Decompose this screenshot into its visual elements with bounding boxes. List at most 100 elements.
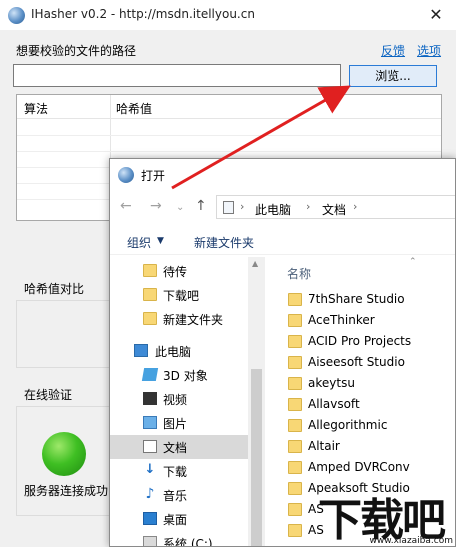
nav-item-label: 桌面 — [163, 513, 188, 527]
nav-item-3d-objects[interactable]: 3D 对象 — [110, 363, 248, 387]
sort-ascending-icon: ⌃ — [409, 257, 417, 267]
column-algorithm[interactable]: 算法 — [24, 100, 48, 117]
breadcrumb-this-pc[interactable]: 此电脑 — [255, 201, 291, 218]
breadcrumb-documents[interactable]: 文档 — [322, 201, 346, 218]
dialog-title-bar: 打开 — [110, 159, 455, 191]
scrollbar-thumb[interactable] — [251, 369, 262, 546]
list-item[interactable]: akeytsu — [268, 373, 455, 394]
navigation-scrollbar[interactable]: ▲ — [248, 257, 265, 546]
file-name: ACID Pro Projects — [308, 334, 412, 348]
watermark-url: www.xiazaiba.com — [369, 536, 453, 546]
folder-icon — [288, 356, 302, 369]
nav-item-label: 音乐 — [163, 489, 188, 503]
nav-item-pictures[interactable]: 图片 — [110, 411, 248, 435]
folder-icon — [288, 461, 302, 474]
file-path-input[interactable] — [13, 64, 341, 87]
browse-button[interactable]: 浏览... — [349, 65, 437, 87]
list-item[interactable]: Allavsoft — [268, 394, 455, 415]
nav-item-xiazaiba[interactable]: 下载吧 — [110, 283, 248, 307]
options-link[interactable]: 选项 — [417, 42, 441, 59]
nav-item-label: 新建文件夹 — [163, 313, 224, 327]
folder-icon — [288, 524, 302, 537]
folder-icon — [143, 312, 157, 325]
nav-item-label: 下载 — [163, 465, 188, 479]
nav-item-pending[interactable]: 待传 — [110, 259, 248, 283]
nav-item-documents[interactable]: 文档 — [110, 435, 248, 459]
navigation-pane: 待传 下载吧 新建文件夹 此电脑 3D 对象 视频 图片 文档 ↓ 下载 ♪ 音… — [110, 257, 265, 547]
scroll-up-icon[interactable]: ▲ — [252, 259, 258, 268]
recent-locations-chevron-icon[interactable]: ⌄ — [176, 202, 184, 213]
file-name: akeytsu — [308, 376, 355, 390]
column-name[interactable]: 名称 — [287, 265, 311, 282]
file-name: AceThinker — [308, 313, 375, 327]
documents-icon — [143, 440, 157, 453]
new-folder-button[interactable]: 新建文件夹 — [194, 234, 254, 251]
path-label: 想要校验的文件的路径 — [16, 44, 137, 58]
download-icon: ↓ — [144, 462, 156, 477]
video-icon — [143, 392, 157, 405]
list-item[interactable]: Allegorithmic — [268, 415, 455, 436]
breadcrumb-chevron-icon[interactable]: › — [240, 200, 244, 213]
nav-item-desktop[interactable]: 桌面 — [110, 507, 248, 531]
list-item[interactable]: Aiseesoft Studio — [268, 352, 455, 373]
up-arrow-icon[interactable]: ↑ — [195, 198, 207, 214]
nav-item-label: 待传 — [163, 265, 188, 279]
organize-dropdown-icon[interactable]: ▼ — [157, 236, 164, 246]
nav-item-label: 此电脑 — [155, 345, 192, 359]
close-button[interactable]: ✕ — [426, 5, 446, 25]
drive-icon — [143, 536, 157, 546]
nav-item-label: 文档 — [163, 441, 188, 455]
computer-icon — [134, 344, 148, 357]
window-title: IHasher v0.2 - http://msdn.itellyou.cn — [31, 7, 255, 21]
nav-item-label: 下载吧 — [163, 289, 200, 303]
music-icon: ♪ — [145, 486, 155, 502]
file-name: Amped DVRConv — [308, 460, 410, 474]
file-name: 7thShare Studio — [308, 292, 405, 306]
feedback-link[interactable]: 反馈 — [381, 42, 405, 59]
list-item[interactable]: Amped DVRConv — [268, 457, 455, 478]
list-item[interactable]: ACID Pro Projects — [268, 331, 455, 352]
organize-button[interactable]: 组织 — [127, 234, 151, 251]
forward-arrow-icon[interactable]: → — [150, 198, 162, 214]
dialog-app-icon — [118, 167, 134, 183]
row-divider — [17, 135, 441, 136]
back-arrow-icon[interactable]: ← — [120, 198, 132, 214]
nav-item-music[interactable]: ♪ 音乐 — [110, 483, 248, 507]
folder-icon — [288, 314, 302, 327]
dialog-navigation-bar: ← → ⌄ ↑ › 此电脑 › 文档 › — [110, 193, 455, 223]
breadcrumb-chevron-icon[interactable]: › — [306, 200, 310, 213]
file-name: Allegorithmic — [308, 418, 388, 432]
nav-item-label: 系统 (C:) — [163, 537, 213, 547]
folder-icon — [288, 419, 302, 432]
folder-icon — [288, 377, 302, 390]
list-item[interactable]: AceThinker — [268, 310, 455, 331]
breadcrumb-chevron-icon[interactable]: › — [353, 200, 357, 213]
folder-icon — [288, 335, 302, 348]
dialog-toolbar: 组织 ▼ 新建文件夹 — [110, 227, 455, 255]
folder-icon — [288, 293, 302, 306]
3d-objects-icon — [141, 368, 159, 381]
file-name: Allavsoft — [308, 397, 360, 411]
table-header: 算法 哈希值 — [17, 95, 441, 119]
hash-compare-label: 哈希值对比 — [24, 282, 85, 296]
nav-item-this-pc[interactable]: 此电脑 — [110, 339, 248, 363]
nav-item-videos[interactable]: 视频 — [110, 387, 248, 411]
nav-item-label: 图片 — [163, 417, 188, 431]
column-hash-value[interactable]: 哈希值 — [116, 100, 152, 117]
nav-item-downloads[interactable]: ↓ 下载 — [110, 459, 248, 483]
list-item[interactable]: Altair — [268, 436, 455, 457]
nav-item-new-folder[interactable]: 新建文件夹 — [110, 307, 248, 331]
folder-icon — [288, 503, 302, 516]
app-icon — [8, 7, 25, 24]
list-item[interactable]: 7thShare Studio — [268, 289, 455, 310]
folder-icon — [288, 440, 302, 453]
pictures-icon — [143, 416, 157, 429]
site-watermark: 下载吧 www.xiazaiba.com — [318, 484, 456, 547]
nav-item-system-drive[interactable]: 系统 (C:) — [110, 531, 248, 547]
status-indicator-icon — [42, 432, 86, 476]
server-status-text: 服务器连接成功 — [24, 484, 109, 498]
hash-compare-group — [16, 300, 116, 368]
address-bar[interactable]: › 此电脑 › 文档 › — [216, 195, 455, 219]
folder-icon — [143, 264, 157, 277]
online-verify-label: 在线验证 — [24, 388, 73, 402]
